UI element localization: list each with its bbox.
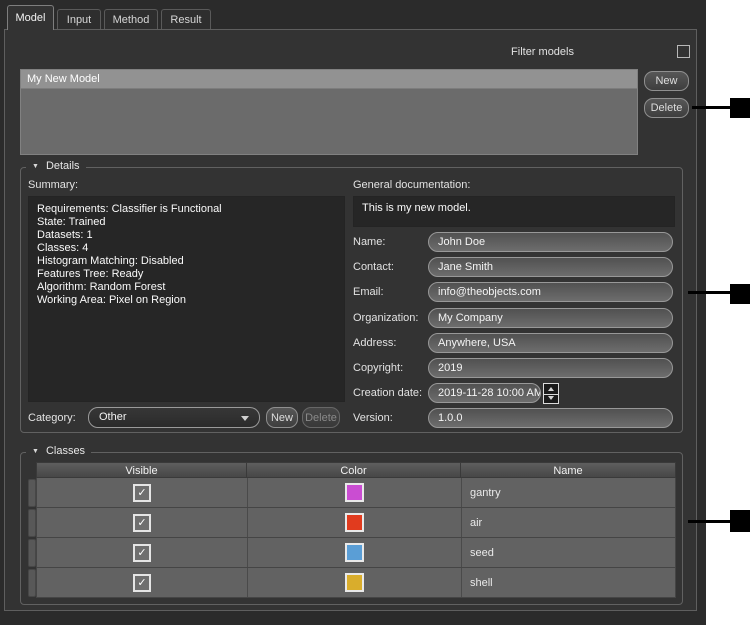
callout-line <box>692 106 730 109</box>
contact-label: Contact: <box>353 261 394 273</box>
app-panel: Model Input Method Result Filter models … <box>0 0 706 625</box>
table-row-seed[interactable]: ✓ seed <box>36 538 676 568</box>
tab-method[interactable]: Method <box>104 9 158 30</box>
classes-title-label: Classes <box>46 445 85 457</box>
address-field[interactable]: Anywhere, USA <box>428 333 673 353</box>
table-row-gantry[interactable]: ✓ gantry <box>36 478 676 508</box>
class-name: shell <box>462 577 493 589</box>
column-header-name[interactable]: Name <box>460 462 676 478</box>
email-label: Email: <box>353 286 384 298</box>
row-handle[interactable] <box>28 509 36 537</box>
collapse-arrow-icon: ▼ <box>32 163 39 170</box>
general-documentation-label: General documentation: <box>353 179 470 191</box>
summary-textarea[interactable]: Requirements: Classifier is Functional S… <box>28 196 345 402</box>
name-label: Name: <box>353 236 385 248</box>
version-label: Version: <box>353 412 393 424</box>
model-new-button[interactable]: New <box>644 71 689 91</box>
callout-marker <box>730 98 750 118</box>
color-swatch[interactable] <box>345 543 364 562</box>
color-cell <box>248 568 462 597</box>
visible-cell: ✓ <box>37 478 248 507</box>
version-field[interactable]: 1.0.0 <box>428 408 673 428</box>
table-row-shell[interactable]: ✓ shell <box>36 568 676 598</box>
filter-models-checkbox[interactable] <box>677 45 690 58</box>
name-field[interactable]: John Doe <box>428 232 673 252</box>
copyright-field[interactable]: 2019 <box>428 358 673 378</box>
visible-cell: ✓ <box>37 538 248 567</box>
creation-date-label: Creation date: <box>353 387 422 399</box>
column-header-color[interactable]: Color <box>246 462 461 478</box>
table-row-air[interactable]: ✓ air <box>36 508 676 538</box>
callout-marker <box>730 510 750 532</box>
details-group-title[interactable]: ▼ Details <box>26 160 86 172</box>
copyright-label: Copyright: <box>353 362 403 374</box>
name-cell[interactable]: shell <box>462 568 677 597</box>
check-icon: ✓ <box>137 546 146 560</box>
visible-checkbox[interactable]: ✓ <box>133 544 151 562</box>
model-list-item[interactable]: My New Model <box>21 70 637 89</box>
name-cell[interactable]: gantry <box>462 478 677 507</box>
callout-line <box>688 520 730 523</box>
category-label: Category: <box>28 412 76 424</box>
email-field[interactable]: info@theobjects.com <box>428 282 673 302</box>
address-label: Address: <box>353 337 396 349</box>
visible-checkbox[interactable]: ✓ <box>133 574 151 592</box>
category-delete-button[interactable]: Delete <box>302 407 340 428</box>
category-dropdown[interactable]: Other <box>88 407 260 428</box>
color-swatch[interactable] <box>345 573 364 592</box>
check-icon: ✓ <box>137 486 146 500</box>
filter-models-label: Filter models <box>511 46 574 58</box>
contact-field[interactable]: Jane Smith <box>428 257 673 277</box>
check-icon: ✓ <box>137 516 146 530</box>
color-cell <box>248 478 462 507</box>
visible-cell: ✓ <box>37 508 248 537</box>
general-documentation-textarea[interactable]: This is my new model. <box>353 196 675 227</box>
class-name: air <box>462 517 482 529</box>
spinner-down-icon[interactable] <box>544 394 558 404</box>
collapse-arrow-icon: ▼ <box>32 448 39 455</box>
column-header-visible[interactable]: Visible <box>36 462 247 478</box>
name-cell[interactable]: seed <box>462 538 677 567</box>
visible-checkbox[interactable]: ✓ <box>133 484 151 502</box>
color-cell <box>248 508 462 537</box>
tab-model[interactable]: Model <box>7 5 54 30</box>
chevron-down-icon <box>241 416 249 421</box>
check-icon: ✓ <box>137 576 146 590</box>
callout-line <box>688 291 730 294</box>
tab-result[interactable]: Result <box>161 9 211 30</box>
class-name: seed <box>462 547 494 559</box>
model-list[interactable]: My New Model <box>20 69 638 155</box>
name-cell[interactable]: air <box>462 508 677 537</box>
color-swatch[interactable] <box>345 513 364 532</box>
row-handle[interactable] <box>28 539 36 567</box>
creation-date-spinner[interactable] <box>543 383 559 404</box>
tab-input[interactable]: Input <box>57 9 101 30</box>
organization-label: Organization: <box>353 312 418 324</box>
details-title-label: Details <box>46 160 80 172</box>
category-value: Other <box>99 411 127 423</box>
category-new-button[interactable]: New <box>266 407 298 428</box>
visible-checkbox[interactable]: ✓ <box>133 514 151 532</box>
color-cell <box>248 538 462 567</box>
row-handle[interactable] <box>28 479 36 507</box>
row-handle[interactable] <box>28 569 36 597</box>
visible-cell: ✓ <box>37 568 248 597</box>
classes-group-title[interactable]: ▼ Classes <box>26 445 91 457</box>
creation-date-field[interactable]: 2019-11-28 10:00 AM <box>428 383 541 403</box>
organization-field[interactable]: My Company <box>428 308 673 328</box>
callout-marker <box>730 284 750 304</box>
class-name: gantry <box>462 487 501 499</box>
color-swatch[interactable] <box>345 483 364 502</box>
model-delete-button[interactable]: Delete <box>644 98 689 118</box>
summary-label: Summary: <box>28 179 78 191</box>
